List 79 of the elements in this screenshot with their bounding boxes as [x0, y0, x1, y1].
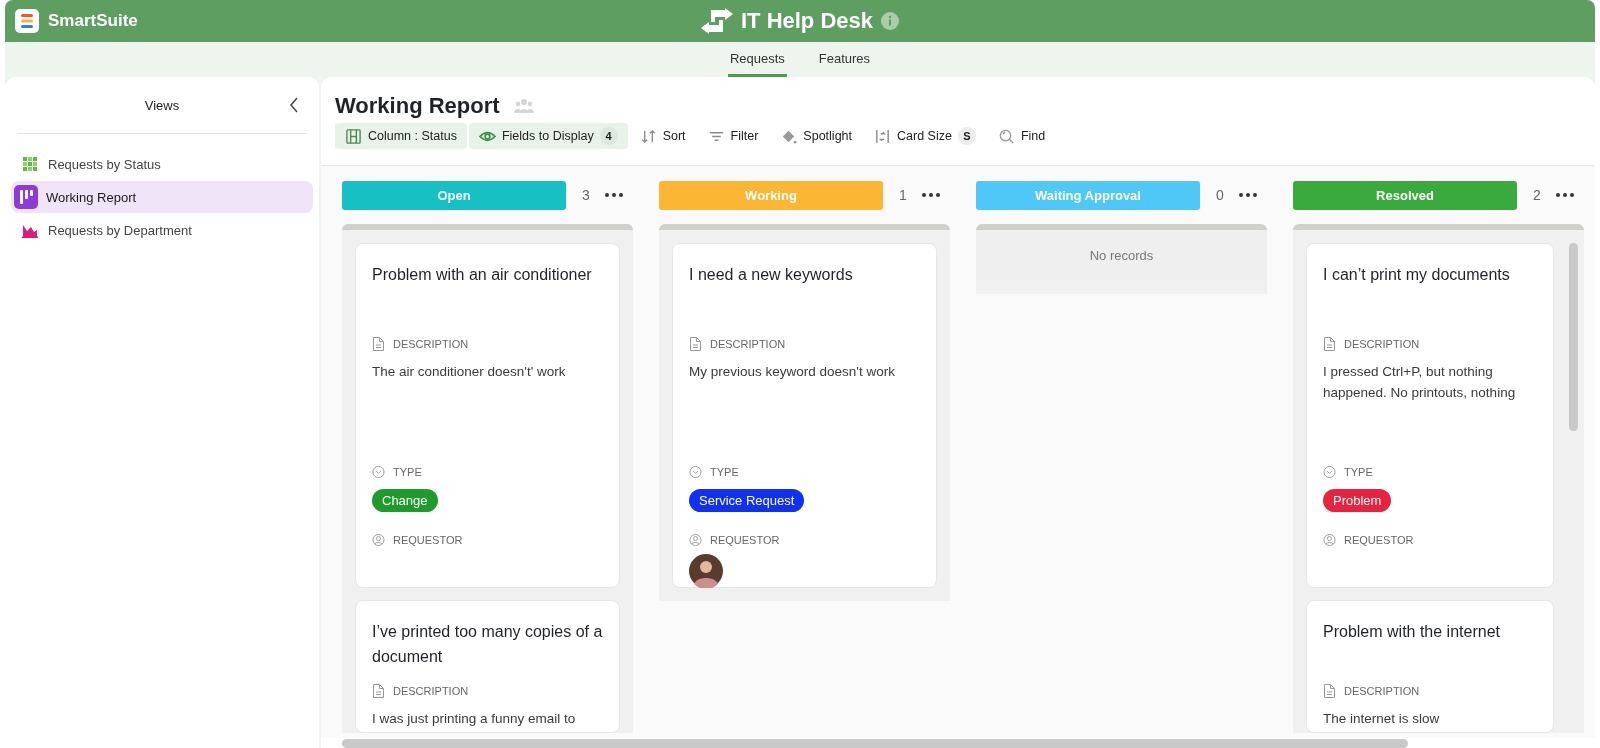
column-header: Waiting Approval	[976, 180, 1200, 210]
search-icon	[997, 127, 1015, 145]
field-label: TYPE	[710, 466, 739, 478]
toolbar-button[interactable]: Card Size S	[864, 123, 986, 149]
card-title: Problem with the internet	[1323, 622, 1501, 642]
record-card[interactable]: Problem with an air conditioner DESCRIPTION The air conditioner doesn't' work TYPE Change REQUESTOR	[355, 243, 620, 588]
type-tag: Service Request	[689, 489, 805, 512]
page-title: IT Help Desk	[740, 8, 873, 34]
card-title: I need a new keywords	[689, 265, 854, 285]
app-name: SmartSuite	[48, 11, 138, 31]
description-text: I was just printing a funny email to	[372, 710, 577, 728]
sidebar-title: Views	[144, 97, 180, 113]
toolbar-button[interactable]: Find	[987, 123, 1056, 149]
field-label: REQUESTOR	[1344, 534, 1414, 546]
record-count: 2	[1533, 187, 1541, 203]
field-label: DESCRIPTION	[393, 685, 469, 697]
view-item[interactable]: Requests by Department	[11, 214, 313, 246]
user-circle-icon	[689, 533, 702, 547]
record-card[interactable]: I need a new keywords DESCRIPTION My previous keyword doesn't work TYPE Service Request REQUESTOR	[672, 243, 937, 588]
more-icon[interactable]	[1237, 192, 1258, 198]
view-title: Working Report	[335, 93, 500, 119]
description-text: My previous keyword doesn't work	[689, 363, 896, 381]
card-title: I’ve printed too many copies of a document	[372, 622, 603, 667]
description-text: The air conditioner doesn't' work	[372, 363, 567, 381]
user-circle-icon	[372, 533, 385, 547]
view-item[interactable]: Working Report	[11, 181, 313, 213]
document-icon	[372, 684, 385, 698]
sort-icon	[639, 127, 657, 145]
more-icon[interactable]	[920, 192, 941, 198]
record-count: 0	[1216, 187, 1224, 203]
toolbar-button[interactable]: Spotlight	[770, 123, 862, 149]
toolbar-button[interactable]: Filter	[697, 123, 769, 149]
toolbar-button[interactable]: Column : Status	[335, 123, 467, 149]
type-tag: Change	[372, 489, 438, 512]
people-icon	[513, 98, 534, 114]
info-icon	[881, 12, 899, 30]
record-card[interactable]: I’ve printed too many copies of a document DESCRIPTION I was just printing a funny email to	[355, 600, 620, 733]
column-header: Open	[342, 180, 566, 210]
record-count: 3	[582, 187, 590, 203]
document-icon	[1323, 684, 1336, 698]
toolbar-button[interactable]: Sort	[629, 123, 696, 149]
card-title: Problem with an air conditioner	[372, 265, 593, 285]
chevron-circle-icon	[372, 465, 385, 479]
card-title: I can’t print my documents	[1323, 265, 1511, 285]
scrollbar[interactable]	[1569, 243, 1578, 431]
field-label: DESCRIPTION	[1344, 685, 1420, 697]
description-text: The internet is slow	[1323, 710, 1441, 728]
field-label: DESCRIPTION	[710, 338, 786, 350]
chevron-circle-icon	[689, 465, 702, 479]
kanban-icon	[14, 185, 38, 209]
more-icon[interactable]	[1554, 192, 1575, 198]
logo-icon	[15, 9, 39, 33]
record-card[interactable]: Problem with the internet DESCRIPTION The internet is slow	[1306, 600, 1554, 733]
user-circle-icon	[1323, 533, 1336, 547]
grid-icon	[22, 156, 38, 172]
chevron-circle-icon	[1323, 465, 1336, 479]
type-tag: Problem	[1323, 489, 1392, 512]
more-icon[interactable]	[603, 192, 624, 198]
record-card[interactable]: I can’t print my documents DESCRIPTION I pressed Ctrl+P, but nothing happened. No printouts, nothing TYPE Problem REQUESTOR	[1306, 243, 1554, 588]
view-item[interactable]: Requests by Status	[11, 148, 313, 180]
columns-icon	[345, 127, 362, 145]
size-icon	[874, 127, 891, 145]
field-label: DESCRIPTION	[393, 338, 469, 350]
exchange-arrows-icon	[700, 8, 733, 34]
column-header: Working	[659, 180, 883, 210]
field-label: REQUESTOR	[393, 534, 463, 546]
document-icon	[1323, 337, 1336, 351]
document-icon	[689, 337, 702, 351]
column-header: Resolved	[1293, 180, 1517, 210]
toolbar-button[interactable]: Fields to Display 4	[468, 123, 628, 149]
field-label: TYPE	[393, 466, 422, 478]
description-text: I pressed Ctrl+P, but nothing happened. No printouts, nothing	[1323, 363, 1517, 402]
record-count: 1	[899, 187, 907, 203]
field-label: DESCRIPTION	[1344, 338, 1420, 350]
tab[interactable]: Features	[816, 42, 873, 77]
scrollbar[interactable]	[342, 739, 1408, 748]
field-label: TYPE	[1344, 466, 1373, 478]
document-icon	[372, 337, 385, 351]
field-label: REQUESTOR	[710, 534, 780, 546]
